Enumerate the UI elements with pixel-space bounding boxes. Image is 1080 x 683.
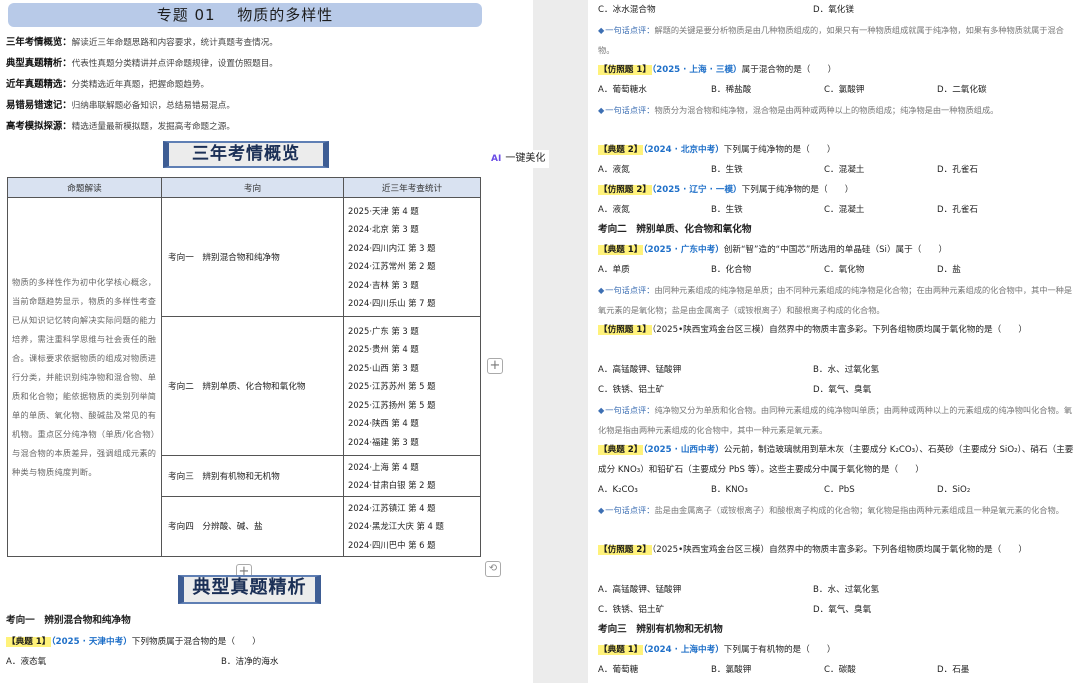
question-source: （2025 · 天津中考）	[51, 637, 132, 647]
options-row: C．铁锈、铝土矿 D．氧气、臭氧	[598, 605, 872, 615]
years-cell: 2024·上海 第 4 题 2024·甘肃白银 第 2 题	[343, 455, 481, 497]
question-line: 【典题 2】（2025 · 山西中考）公元前，制造玻璃就用到草木灰（主要成分 K…	[598, 445, 1074, 475]
year-entry: 2025·天津 第 4 题	[348, 205, 419, 216]
options-row: A．高锰酸钾、锰酸钾 B．水、过氧化氢	[598, 585, 880, 595]
options-row: A．葡萄糖水 B．稀盐酸 C．氯酸钾 D．二氧化碳	[598, 85, 987, 95]
question-line: 【仿照题 2】（2025 · 辽宁 · 一模）下列属于纯净物的是（ ）	[598, 185, 854, 195]
overview-item: 三年考情概览：解读近三年命题思路和内容要求，统计真题考查情况。	[6, 37, 278, 48]
question-line: 【典题 2】（2024 · 北京中考）下列属于纯净物的是（ ）	[598, 145, 836, 155]
year-entry: 2025·江苏苏州 第 5 题	[348, 381, 436, 392]
exam-stats-table: 命题解读 考向 近三年考查统计 物质的多样性作为初中化学核心概念，当前命题趋势显…	[7, 177, 481, 558]
options-row: A．液态氧 B．洁净的海水	[6, 652, 526, 672]
year-entry: 2025·江苏扬州 第 5 题	[348, 399, 436, 410]
diamond-icon: ◆	[598, 405, 605, 415]
topic-cell: 考向一 辨别混合物和纯净物	[161, 196, 344, 318]
comment-block: ◆一句话点评：解题的关键是要分析物质是由几种物质组成的，如果只有一种物质组成就属…	[598, 25, 1064, 55]
topic-cell: 考向二 辨别单质、化合物和氧化物	[161, 316, 344, 457]
table-header: 命题解读	[7, 177, 162, 198]
add-column-button[interactable]: +	[487, 358, 503, 374]
options-row: A．葡萄糖 B．氯酸钾 C．碳酸 D．石墨	[598, 665, 970, 675]
direction-title: 考向二 辨别单质、化合物和氧化物	[598, 224, 752, 235]
direction-title: 考向一 辨别混合物和纯净物	[6, 615, 131, 626]
options-row: A．单质 B．化合物 C．氧化物 D．盐	[598, 265, 961, 275]
comment-block: ◆一句话点评：盐是由金属离子（或铵根离子）和酸根离子构成的化合物；氧化物是指由两…	[598, 505, 1064, 515]
right-content: C．冰水混合物 D．氧化镁 ◆一句话点评：解题的关键是要分析物质是由几种物质组成…	[598, 0, 1076, 680]
question-line: 【典题 1】（2025 · 天津中考）下列物质属于混合物的是（ ）	[6, 632, 526, 652]
options-row: A．液氮 B．生铁 C．混凝土 D．孔雀石	[598, 165, 978, 175]
year-entry: 2024·北京 第 3 题	[348, 224, 419, 235]
topic-cell: 考向四 分辨酸、碱、盐	[161, 495, 344, 558]
option: A．液态氧	[6, 657, 47, 667]
table-row: 物质的多样性作为初中化学核心概念，当前命题趋势显示，物质的多样性考查已从知识记忆…	[7, 196, 481, 557]
section-badge-typical: 典型真题精析	[178, 575, 321, 604]
table-header-row: 命题解读 考向 近三年考查统计	[7, 177, 481, 198]
year-entry: 2024·福建 第 3 题	[348, 436, 419, 447]
comment-block: ◆一句话点评：纯净物又分为单质和化合物。由同种元素组成的纯净物叫单质；由两种或两…	[598, 405, 1073, 435]
right-document-page: C．冰水混合物 D．氧化镁 ◆一句话点评：解题的关键是要分析物质是由几种物质组成…	[588, 0, 1080, 683]
year-entry: 2024·四川巴中 第 6 题	[348, 539, 436, 550]
year-entry: 2025·贵州 第 4 题	[348, 344, 419, 355]
year-entry: 2024·陕西 第 4 题	[348, 418, 419, 429]
option: D．氧化镁	[813, 5, 854, 15]
question-line: 【典题 1】（2025 · 广东中考）创新“智”造的“中国芯”所选用的单晶硅（S…	[598, 245, 948, 255]
interpretation-cell: 物质的多样性作为初中化学核心概念，当前命题趋势显示，物质的多样性考查已从知识记忆…	[7, 197, 162, 557]
year-entry: 2024·吉林 第 3 题	[348, 279, 419, 290]
options-row: A．K₂CO₃ B．KNO₃ C．PbS D．SiO₂	[598, 485, 971, 495]
year-entry: 2024·四川内江 第 3 题	[348, 242, 436, 253]
year-entry: 2024·甘肃白银 第 2 题	[348, 480, 436, 491]
question-line: 【仿照题 2】（2025•陕西宝鸡金台区三模）自然界中的物质丰富多彩。下列各组物…	[598, 545, 1027, 555]
question-line: 【典题 1】（2024 · 上海中考）下列属于有机物的是（ ）	[598, 645, 836, 655]
ai-beautify-button[interactable]: AI 一键美化	[487, 150, 550, 168]
comment-block: ◆一句话点评：物质分为混合物和纯净物，混合物是由两种或两种以上的物质组成；纯净物…	[598, 105, 999, 115]
diamond-icon: ◆	[598, 105, 605, 115]
diamond-icon: ◆	[598, 505, 605, 515]
options-row: C．冰水混合物 D．氧化镁	[598, 0, 1076, 20]
options-row: C．铁锈、铝土矿 D．氧气、臭氧	[598, 385, 872, 395]
question-tag: 【典题 1】	[6, 637, 52, 647]
option: B．洁净的海水	[221, 657, 279, 667]
table-header: 考向	[161, 177, 344, 198]
year-entry: 2024·江苏镇江 第 4 题	[348, 502, 436, 513]
option: C．冰水混合物	[598, 5, 656, 15]
overview-item: 易错易错速记：归纳串联解题必备知识，总结易错易混点。	[6, 100, 235, 111]
page-gutter	[533, 0, 588, 683]
year-entry: 2024·四川乐山 第 7 题	[348, 298, 436, 309]
year-entry: 2025·广东 第 3 题	[348, 325, 419, 336]
page-title: 专题 01 物质的多样性	[8, 3, 482, 27]
overview-item: 高考模拟探源：精选适量最新模拟题，发掘高考命题之源。	[6, 121, 235, 132]
years-cell: 2025·天津 第 4 题 2024·北京 第 3 题 2024·四川内江 第 …	[343, 196, 481, 318]
topic-cell: 考向三 辨别有机物和无机物	[161, 455, 344, 497]
left-document-page: 专题 01 物质的多样性 三年考情概览：解读近三年命题思路和内容要求，统计真题考…	[0, 0, 533, 683]
years-cell: 2025·广东 第 3 题 2025·贵州 第 4 题 2025·山西 第 3 …	[343, 316, 481, 457]
years-cell: 2024·江苏镇江 第 4 题 2024·黑龙江大庆 第 4 题 2024·四川…	[343, 495, 481, 558]
question-line: 【仿照题 1】（2025 · 上海 · 三模）属于混合物的是（ ）	[598, 65, 837, 75]
overview-list: 三年考情概览：解读近三年命题思路和内容要求，统计真题考查情况。 典型真题精析：代…	[6, 34, 486, 139]
overview-item: 典型真题精析：代表性真题分类精讲并点评命题规律，设置仿照题目。	[6, 58, 278, 69]
question-text: 下列物质属于混合物的是（ ）	[131, 637, 261, 647]
options-row: A．液氮 B．生铁 C．混凝土 D．孔雀石	[598, 205, 978, 215]
diamond-icon: ◆	[598, 285, 605, 295]
direction-title: 考向三 辨别有机物和无机物	[598, 624, 723, 635]
ai-icon: AI	[491, 154, 502, 164]
year-entry: 2024·江苏常州 第 2 题	[348, 261, 436, 272]
overview-item: 近年真题精选：分类精选近年真题，把握命题趋势。	[6, 79, 210, 90]
table-header: 近三年考查统计	[343, 177, 481, 198]
year-entry: 2025·山西 第 3 题	[348, 362, 419, 373]
year-entry: 2024·黑龙江大庆 第 4 题	[348, 521, 444, 532]
refresh-icon[interactable]: ⟲	[485, 561, 501, 577]
comment-block: ◆一句话点评：由同种元素组成的纯净物是单质；由不同种元素组成的纯净物是化合物；在…	[598, 285, 1073, 315]
diamond-icon: ◆	[598, 25, 605, 35]
options-row: A．高锰酸钾、锰酸钾 B．水、过氧化氢	[598, 365, 880, 375]
left-questions: 考向一 辨别混合物和纯净物 【典题 1】（2025 · 天津中考）下列物质属于混…	[6, 612, 526, 672]
year-entry: 2024·上海 第 4 题	[348, 461, 419, 472]
question-line: 【仿照题 1】（2025•陕西宝鸡金台区三模）自然界中的物质丰富多彩。下列各组物…	[598, 325, 1027, 335]
ai-beautify-label: 一键美化	[505, 153, 546, 164]
section-badge-overview: 三年考情概览	[163, 141, 329, 168]
